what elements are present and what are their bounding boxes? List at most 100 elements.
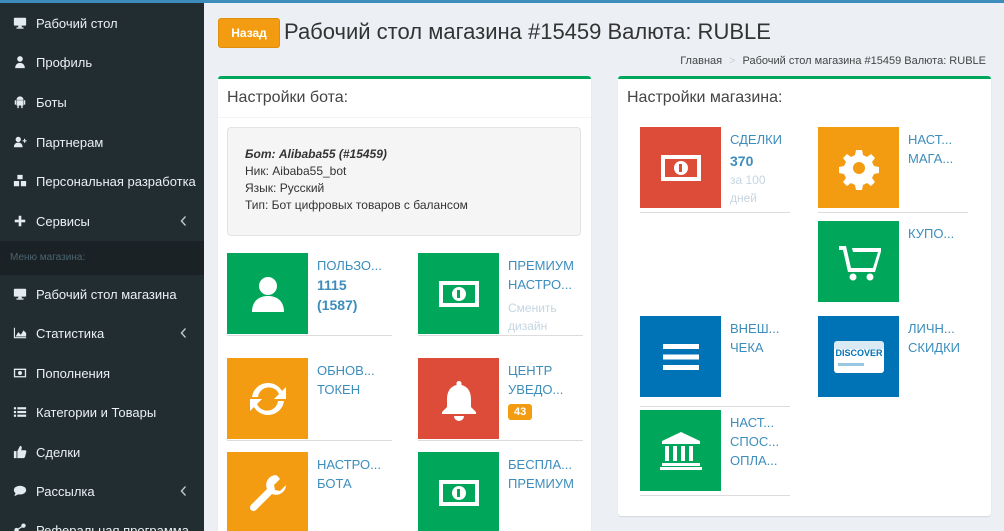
sidebar-item-label: Партнерам [36,134,104,150]
wrench-icon [227,452,308,531]
tile-payment-methods[interactable]: НАСТ... СПОС... ОПЛА... [640,410,790,496]
user-plus-icon [13,135,27,149]
bot-type: Тип: Бот цифровых товаров с балансом [245,198,468,212]
tile-title: ТОКЕН [317,382,361,397]
bank-icon [640,410,721,491]
gear-icon [818,127,899,208]
thumbs-up-icon [13,445,27,459]
sidebar-item-shop-desktop[interactable]: Рабочий стол магазина [0,274,204,314]
svg-text:DISCOVER: DISCOVER [835,348,883,358]
sidebar-item-desktop[interactable]: Рабочий стол [0,3,204,43]
tile-value: 1115 [317,277,347,293]
tile-deals[interactable]: СДЕЛКИ 370 за 100 дней [640,127,790,213]
sidebar-item-label: Категории и Товары [36,404,157,420]
sidebar-item-label: Персональная разработка [36,173,196,189]
sidebar-item-label: Сделки [36,444,81,460]
money-icon [640,127,721,208]
sidebar-item-label: Рабочий стол [36,15,118,31]
tile-title: СКИДКИ [908,340,961,355]
tile-title: НАСТРО... [508,277,573,292]
tile-personal-discounts[interactable]: DISCOVER ЛИЧН... СКИДКИ [818,316,968,399]
tile-notification-center[interactable]: ЦЕНТР УВЕДО... 43 [418,358,583,441]
tile-title: ЦЕНТР [508,363,553,378]
tile-premium-settings[interactable]: ПРЕМИУМ НАСТРО... Сменить дизайн [418,253,583,336]
cubes-icon [13,174,27,188]
sidebar-item-bots[interactable]: Боты [0,82,204,122]
tile-title: ЧЕКА [730,340,764,355]
sidebar-item-label: Статистика [36,325,105,341]
user-icon [13,55,27,69]
sidebar-item-mailing[interactable]: Рассылка [0,471,204,511]
page-title: Рабочий стол магазина #15459 Валюта: RUB… [284,19,771,44]
sidebar-item-deals[interactable]: Сделки [0,432,204,472]
user-icon [227,253,308,334]
sidebar-item-label: Боты [36,94,67,110]
notification-badge: 43 [508,404,533,420]
sidebar-item-profile[interactable]: Профиль [0,42,204,82]
plus-icon [13,214,27,228]
tile-subtitle: за 100 [730,173,766,187]
sidebar-item-partners[interactable]: Партнерам [0,122,204,162]
tile-update-token[interactable]: ОБНОВ... ТОКЕН [227,358,392,441]
tile-title: СПОС... [730,434,780,449]
tile-subtitle: дней [730,191,758,205]
desktop-icon [13,287,27,301]
comment-icon [13,484,27,498]
sidebar-section-header: Меню магазина: [0,241,204,275]
tile-external-check[interactable]: ВНЕШ... ЧЕКА [640,316,790,407]
shop-settings-box: Настройки магазина: СДЕЛКИ 370 за 100 дн… [618,76,991,516]
sidebar-item-label: Сервисы [36,213,90,229]
tile-title: БОТА [317,476,352,491]
box-divider [218,117,591,118]
tile-free-premium[interactable]: БЕСПЛА... ПРЕМИУМ [418,452,583,531]
chevron-left-icon [178,326,188,340]
bot-info-panel: Бот: Alibaba55 (#15459) Ник: Aibaba55_bo… [227,127,581,236]
desktop-icon [13,16,27,30]
tile-subtitle: Сменить [508,301,557,315]
money-icon [13,366,27,380]
sidebar-item-label: Рассылка [36,483,95,499]
tile-value: 370 [730,153,754,169]
tile-title: НАСТ... [730,415,775,430]
shop-settings-title: Настройки магазина: [627,89,783,106]
sidebar-item-referral[interactable]: Реферальная программа [0,510,204,531]
sidebar-item-deposits[interactable]: Пополнения [0,353,204,393]
money-icon [418,452,499,531]
sidebar-item-categories[interactable]: Категории и Товары [0,392,204,432]
breadcrumb-home-link[interactable]: Главная [680,55,722,67]
area-chart-icon [13,326,27,340]
breadcrumb-separator: > [729,55,736,67]
tile-bot-settings[interactable]: НАСТРО... БОТА [227,452,392,531]
tile-subtitle: дизайн [508,319,548,333]
breadcrumb-current: Рабочий стол магазина #15459 Валюта: RUB… [742,55,986,67]
tile-title: ОПЛА... [730,453,778,468]
sidebar-item-label: Пополнения [36,365,111,381]
tile-title: ПРЕМИУМ [508,476,574,491]
tile-title: НАСТРО... [317,457,382,472]
tile-title: СДЕЛКИ [730,132,783,147]
cart-plus-icon [818,221,899,302]
tile-coupons[interactable]: КУПО... [818,221,968,304]
tile-title: НАСТ... [908,132,953,147]
sidebar-item-label: Профиль [36,54,93,70]
tile-title: ПОЛЬЗО... [317,258,382,273]
sidebar-item-label: Реферальная программа [36,522,189,531]
sidebar-item-services[interactable]: Сервисы [0,201,204,241]
tile-shop-settings[interactable]: НАСТ... МАГА... [818,127,968,213]
tile-title: БЕСПЛА... [508,457,572,472]
money-icon [418,253,499,334]
breadcrumb: Главная > Рабочий стол магазина #15459 Вал… [680,55,986,67]
refresh-icon [227,358,308,439]
android-icon [13,95,27,109]
bot-settings-title: Настройки бота: [227,89,349,106]
chevron-left-icon [178,484,188,498]
back-button[interactable]: Назад [218,18,280,48]
tile-title: ВНЕШ... [730,321,780,336]
tile-title: ПРЕМИУМ [508,258,574,273]
share-icon [13,523,27,531]
tile-users[interactable]: ПОЛЬЗО... 1115 (1587) [227,253,392,336]
chevron-left-icon [178,214,188,228]
sidebar-item-personal-dev[interactable]: Персональная разработка [0,161,204,201]
sidebar-item-statistics[interactable]: Статистика [0,313,204,353]
bell-icon [418,358,499,439]
